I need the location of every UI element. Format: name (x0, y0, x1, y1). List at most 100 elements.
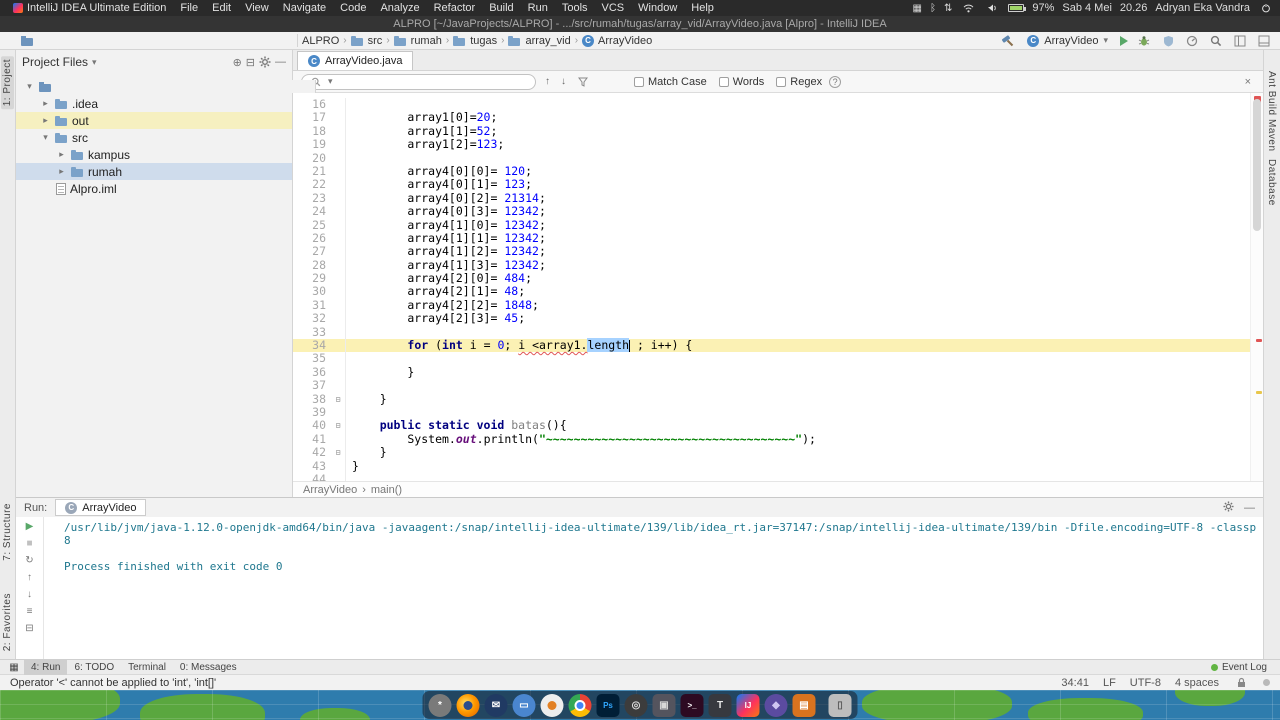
dock-screenshot-icon[interactable]: ▣ (652, 693, 676, 717)
restart-button[interactable]: ↻ (25, 555, 33, 567)
line-ending-selector[interactable]: LF (1103, 677, 1116, 689)
code-line-28[interactable]: 28 array4[1][3]= 12342; (293, 258, 1263, 273)
find-next-button[interactable]: ↓ (559, 76, 568, 87)
tree-item-alpro[interactable]: ▾Alpro~/JavaProjects/ALPRO (16, 78, 482, 95)
checkbox-icon[interactable] (718, 76, 729, 87)
checkbox-icon[interactable] (776, 76, 787, 87)
code-line-21[interactable]: 21 array4[0][0]= 120; (293, 164, 1263, 179)
caret-position[interactable]: 34:41 (1061, 677, 1089, 689)
menu-refactor[interactable]: Refactor (427, 2, 483, 14)
tree-item-kampus[interactable]: ▸ kampus (16, 146, 292, 163)
locate-file-icon[interactable]: ⊕ (233, 56, 242, 69)
code-line-29[interactable]: 29 array4[2][0]= 484; (293, 271, 1263, 286)
code-line-31[interactable]: 31 array4[2][2]= 1848; (293, 298, 1263, 313)
tree-item-rumah[interactable]: ▸ rumah (16, 163, 292, 180)
run-button[interactable] (1120, 35, 1128, 46)
warning-stripe-mark[interactable] (1256, 391, 1262, 394)
find-option-regex[interactable]: Regex (776, 76, 822, 88)
menu-edit[interactable]: Edit (205, 2, 238, 14)
project-structure-icon[interactable] (1232, 33, 1248, 49)
toolwindow-button-6-todo[interactable]: 6: TODO (67, 660, 121, 675)
code-line-39[interactable]: 39 (293, 405, 1263, 420)
code-line-37[interactable]: 37 (293, 378, 1263, 393)
breadcrumb-src[interactable]: src (350, 34, 382, 47)
tree-item-alpro-iml[interactable]: Alpro.iml (16, 180, 292, 197)
menu-analyze[interactable]: Analyze (373, 2, 426, 14)
stripe-button-7-structure[interactable]: 7: Structure (1, 500, 14, 564)
bluetooth-icon[interactable]: ᛒ (930, 3, 936, 14)
breadcrumb-tugas[interactable]: tugas (453, 34, 497, 47)
hide-panel-icon[interactable]: — (275, 56, 286, 68)
chevron-down-icon[interactable]: ▾ (92, 57, 97, 68)
notification-icon[interactable] (1263, 679, 1270, 686)
code-line-20[interactable]: 20 (293, 151, 1263, 165)
dock-camera-icon[interactable]: ◎ (624, 693, 648, 717)
menu-window[interactable]: Window (631, 2, 684, 14)
stripe-button-maven[interactable]: Maven (1265, 116, 1278, 155)
find-option-words[interactable]: Words (718, 76, 764, 88)
toolwindow-button-4-run[interactable]: 4: Run (24, 659, 68, 675)
code-line-34[interactable]: 34 for (int i = 0; i <array1.length ; i+… (293, 338, 1263, 353)
help-icon[interactable]: ? (829, 75, 842, 88)
dock-terminal-icon[interactable]: >_ (680, 693, 704, 717)
run-config-selector[interactable]: C ArrayVideo ▾ (1023, 34, 1112, 47)
gear-icon[interactable] (259, 56, 271, 68)
code-line-19[interactable]: 19 array1[2]=123; (293, 137, 1263, 152)
menu-intellij-idea-ultimate-edition[interactable]: IntelliJ IDEA Ultimate Edition (6, 2, 173, 14)
wifi-icon[interactable] (960, 0, 976, 16)
coverage-button[interactable] (1160, 33, 1176, 49)
user-name[interactable]: Adryan Eka Vandra (1155, 2, 1250, 14)
code-line-18[interactable]: 18 array1[1]=52; (293, 124, 1263, 139)
code-line-42[interactable]: 42 ⊟ } (293, 445, 1263, 460)
code-line-27[interactable]: 27 array4[1][2]= 12342; (293, 244, 1263, 259)
menu-navigate[interactable]: Navigate (276, 2, 333, 14)
dock-intellij-icon[interactable]: IJ (736, 693, 760, 717)
toolwindow-button-event-log[interactable]: Event Log (1204, 660, 1274, 675)
layout-icon[interactable] (1256, 33, 1272, 49)
profiler-button[interactable] (1184, 33, 1200, 49)
stripe-button-2-favorites[interactable]: 2: Favorites (1, 590, 14, 654)
menu-file[interactable]: File (173, 2, 205, 14)
code-line-38[interactable]: 38 ⊟ } (293, 392, 1263, 406)
code-line-16[interactable]: 16 (293, 97, 1263, 112)
indent-selector[interactable]: 4 spaces (1175, 677, 1219, 689)
code-line-23[interactable]: 23 array4[0][2]= 21314; (293, 191, 1263, 206)
checkbox-icon[interactable] (634, 76, 644, 87)
tree-chevron-icon[interactable]: ▸ (40, 98, 51, 109)
toolwindow-button-0-messages[interactable]: 0: Messages (173, 660, 244, 675)
error-stripe-mark[interactable] (1256, 339, 1262, 342)
run-tab-arrayvideo[interactable]: C ArrayVideo (55, 499, 147, 516)
stripe-button-database[interactable]: Database (1265, 156, 1278, 209)
tree-chevron-icon[interactable]: ▸ (56, 149, 67, 160)
fold-marker-icon[interactable]: ⊟ (331, 419, 346, 433)
menu-help[interactable]: Help (684, 2, 721, 14)
menu-view[interactable]: View (238, 2, 276, 14)
menu-code[interactable]: Code (333, 2, 373, 14)
tree-chevron-icon[interactable]: ▸ (56, 166, 67, 177)
dock-texteditor-icon[interactable]: T (708, 693, 732, 717)
dock-libreoffice-icon[interactable]: ▤ (792, 693, 816, 717)
menu-build[interactable]: Build (482, 2, 520, 14)
fold-marker-icon[interactable]: ⊟ (331, 446, 346, 460)
code-line-30[interactable]: 30 array4[2][1]= 48; (293, 285, 1263, 299)
debug-button[interactable] (1136, 33, 1152, 49)
code-line-41[interactable]: 41 System.out.println("~~~~~~~~~~~~~~~~~… (293, 432, 1263, 447)
breadcrumb-alpro[interactable]: ALPRO (21, 34, 339, 47)
scroll-up-icon[interactable]: ↑ (27, 572, 32, 584)
breadcrumb-array-vid[interactable]: array_vid (508, 34, 571, 47)
run-console[interactable]: /usr/lib/jvm/java-1.12.0-openjdk-amd64/b… (44, 517, 1263, 659)
code-line-24[interactable]: 24 array4[0][3]= 12342; (293, 204, 1263, 219)
editor-scrollbar[interactable] (1250, 93, 1263, 481)
hide-panel-icon[interactable]: — (1244, 502, 1255, 514)
code-line-26[interactable]: 26 array4[1][1]= 12342; (293, 231, 1263, 246)
find-prev-button[interactable]: ↑ (543, 76, 552, 87)
code-line-35[interactable]: 35 (293, 352, 1263, 366)
dock-settings-icon[interactable]: * (428, 693, 452, 717)
code-line-33[interactable]: 33 (293, 325, 1263, 340)
tree-item-out[interactable]: ▸ out (16, 112, 292, 129)
window-title-bar[interactable]: ALPRO [~/JavaProjects/ALPRO] - .../src/r… (0, 16, 1280, 32)
search-everywhere-icon[interactable] (1208, 33, 1224, 49)
gear-icon[interactable] (1223, 500, 1234, 515)
code-line-44[interactable]: 44 (293, 472, 1263, 481)
encoding-selector[interactable]: UTF-8 (1130, 677, 1161, 689)
